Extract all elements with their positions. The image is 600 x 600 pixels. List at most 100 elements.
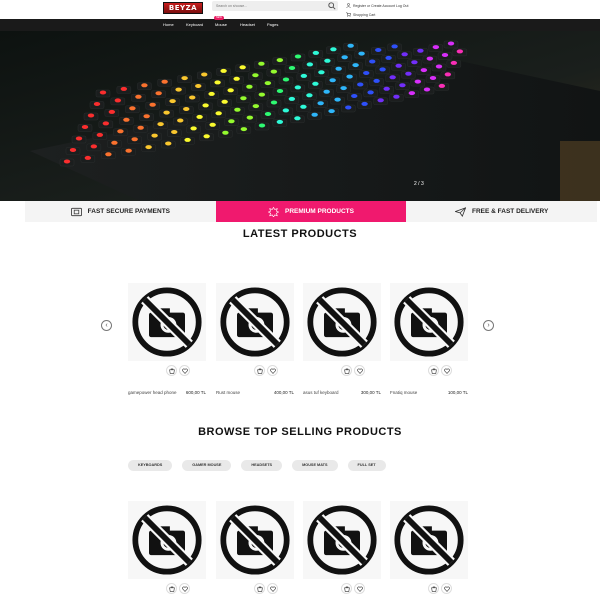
product-image[interactable] xyxy=(390,283,468,361)
product-card[interactable] xyxy=(390,501,468,594)
product-card[interactable] xyxy=(216,501,294,594)
add-to-cart-button[interactable] xyxy=(341,365,352,376)
cart-icon xyxy=(343,586,350,592)
heart-icon xyxy=(356,368,363,374)
product-actions xyxy=(341,583,365,594)
category-tags: KEYBOARDS GAMER MOUSE HEADSETS MOUSE MATS FU… xyxy=(128,460,386,471)
product-card[interactable] xyxy=(128,501,206,594)
feature-label: FAST SECURE PAYMENTS xyxy=(87,208,171,215)
no-image-icon xyxy=(220,287,290,357)
nav-item-headset[interactable]: Headset xyxy=(240,19,255,31)
new-badge: NEW xyxy=(214,16,224,20)
next-arrow-button[interactable]: › xyxy=(483,320,494,331)
product-image[interactable] xyxy=(303,501,381,579)
product-price: 300,00 TL xyxy=(360,390,381,395)
product-image[interactable] xyxy=(390,501,468,579)
category-tag[interactable]: GAMER MOUSE xyxy=(182,460,232,471)
site-logo[interactable]: BEYZA xyxy=(163,2,203,14)
hero-keyboard-image xyxy=(0,31,600,201)
cart-icon xyxy=(256,368,263,374)
main-nav: Home Keyboard Mouse NEW Headset Pages xyxy=(0,16,600,31)
cart-row[interactable]: Shopping Cart xyxy=(346,10,408,19)
product-name[interactable]: Rust mouse xyxy=(216,390,270,396)
product-card[interactable]: gamepower head phone 600,00 TL xyxy=(128,283,206,395)
top-header: BEYZA Register or Create Account Log Out… xyxy=(0,0,600,19)
nav-item-home[interactable]: Home xyxy=(163,19,174,31)
nav-item-pages[interactable]: Pages xyxy=(267,19,278,31)
user-icon xyxy=(346,3,351,8)
paper-plane-icon xyxy=(455,206,467,217)
feature-label: PREMIUM PRODUCTS xyxy=(285,208,354,215)
heart-icon xyxy=(269,368,276,374)
wishlist-button[interactable] xyxy=(354,365,365,376)
nav-item-mouse[interactable]: Mouse NEW xyxy=(214,16,228,31)
search-bar[interactable] xyxy=(212,1,338,11)
add-to-cart-button[interactable] xyxy=(341,583,352,594)
search-input[interactable] xyxy=(216,1,324,11)
prev-arrow-button[interactable]: ‹ xyxy=(101,320,112,331)
product-image[interactable] xyxy=(216,501,294,579)
heart-icon xyxy=(181,586,188,592)
product-card[interactable]: Rust mouse 400,00 TL xyxy=(216,283,294,395)
product-price: 400,00 TL xyxy=(273,390,294,395)
add-to-cart-button[interactable] xyxy=(166,365,177,376)
cart-icon xyxy=(343,368,350,374)
search-icon[interactable] xyxy=(328,2,336,10)
heart-icon xyxy=(443,586,450,592)
cart-icon xyxy=(256,586,263,592)
slide-counter: 2 / 3 xyxy=(414,181,424,187)
add-to-cart-button[interactable] xyxy=(254,583,265,594)
product-actions xyxy=(428,365,452,376)
account-row[interactable]: Register or Create Account Log Out xyxy=(346,1,408,10)
wishlist-button[interactable] xyxy=(354,583,365,594)
cart-icon xyxy=(430,586,437,592)
product-actions xyxy=(254,365,278,376)
cart-icon xyxy=(430,368,437,374)
product-actions xyxy=(166,365,190,376)
product-card[interactable]: asus tuf keyboard 300,00 TL xyxy=(303,283,381,395)
category-tag[interactable]: MOUSE MATS xyxy=(292,460,338,471)
no-image-icon xyxy=(307,287,377,357)
no-image-icon xyxy=(394,287,464,357)
account-area: Register or Create Account Log Out Shopp… xyxy=(346,1,408,19)
product-name[interactable]: Fnatiq mouse xyxy=(390,390,444,396)
browse-title: BROWSE TOP SELLING PRODUCTS xyxy=(198,426,402,438)
add-to-cart-button[interactable] xyxy=(166,583,177,594)
nav-item-mouse-label: Mouse xyxy=(215,22,228,27)
wishlist-button[interactable] xyxy=(179,583,190,594)
product-card[interactable]: Fnatiq mouse 100,00 TL xyxy=(390,283,468,395)
cart-icon xyxy=(168,586,175,592)
nav-item-keyboard[interactable]: Keyboard xyxy=(186,19,203,31)
cart-icon xyxy=(168,368,175,374)
wishlist-button[interactable] xyxy=(441,365,452,376)
product-image[interactable] xyxy=(303,283,381,361)
product-name[interactable]: gamepower head phone xyxy=(128,390,182,396)
category-tag[interactable]: HEADSETS xyxy=(241,460,283,471)
product-image[interactable] xyxy=(216,283,294,361)
product-image[interactable] xyxy=(128,283,206,361)
hero-slider[interactable] xyxy=(0,31,600,201)
add-to-cart-button[interactable] xyxy=(254,365,265,376)
category-tag[interactable]: KEYBOARDS xyxy=(128,460,173,471)
product-card[interactable] xyxy=(303,501,381,594)
badge-icon xyxy=(268,206,280,217)
cart-icon xyxy=(346,12,351,17)
feature-label: FREE & FAST DELIVERY xyxy=(472,208,549,215)
feature-bar: FAST SECURE PAYMENTS PREMIUM PRODUCTS FR… xyxy=(25,201,598,222)
product-image[interactable] xyxy=(128,501,206,579)
category-tag[interactable]: FULL SET xyxy=(347,460,386,471)
account-link[interactable]: Register or Create Account Log Out xyxy=(353,4,408,8)
add-to-cart-button[interactable] xyxy=(428,583,439,594)
add-to-cart-button[interactable] xyxy=(428,365,439,376)
cart-link[interactable]: Shopping Cart xyxy=(353,13,375,17)
product-actions xyxy=(254,583,278,594)
feature-secure-payments: FAST SECURE PAYMENTS xyxy=(25,201,216,222)
wishlist-button[interactable] xyxy=(179,365,190,376)
no-image-icon xyxy=(220,505,290,575)
wishlist-button[interactable] xyxy=(267,583,278,594)
wishlist-button[interactable] xyxy=(267,365,278,376)
product-actions xyxy=(166,583,190,594)
wishlist-button[interactable] xyxy=(441,583,452,594)
product-name[interactable]: asus tuf keyboard xyxy=(303,390,357,396)
heart-icon xyxy=(181,368,188,374)
